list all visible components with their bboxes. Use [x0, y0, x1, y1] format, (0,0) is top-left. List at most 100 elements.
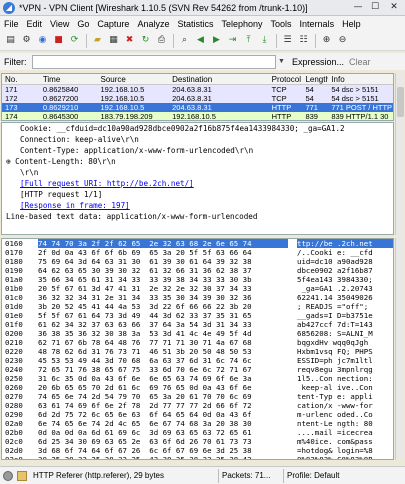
hex-asc[interactable]: ntent-Le ngth: 80: [297, 419, 393, 428]
interface-list-icon[interactable]: ▤: [3, 33, 18, 48]
hex-hex[interactable]: 2f 0d 0a 43 6f 6f 6b 69 65 3a 20 5f 5f 6…: [38, 248, 288, 257]
hex-off[interactable]: 0260: [5, 383, 29, 392]
hex-off[interactable]: 0180: [5, 257, 29, 266]
hex-off[interactable]: 0190: [5, 266, 29, 275]
filter-input[interactable]: [32, 54, 276, 69]
column-header-length[interactable]: Length: [302, 74, 328, 84]
hex-off[interactable]: 0250: [5, 374, 29, 383]
detail-line[interactable]: Cookie: __cfduid=dc10a90ad928dbce0902a2f…: [2, 123, 393, 134]
column-header-protocol[interactable]: Protocol: [269, 74, 303, 84]
hex-asc[interactable]: /..Cooki e: __cfd: [297, 248, 393, 257]
packet-list[interactable]: No. Time Source Destination Protocol Len…: [1, 73, 394, 121]
hex-asc[interactable]: =hotdog& login=%8: [297, 446, 393, 455]
hex-off[interactable]: 01f0: [5, 320, 29, 329]
hex-asc[interactable]: m%40ice. com&pass: [297, 437, 393, 446]
detail-line[interactable]: [Response in frame: 197]: [2, 200, 393, 211]
packet-row[interactable]: 171 0.8625840 192.168.10.5 204.63.8.31 TCP 54…: [2, 85, 393, 94]
menu-edit[interactable]: Edit: [23, 19, 47, 29]
detail-line[interactable]: [Full request URI: http://be.2ch.net/]: [2, 178, 393, 189]
hex-hex[interactable]: 20 6b 65 65 70 2d 61 6c 69 76 65 0d 0a 4…: [38, 383, 288, 392]
hex-asc[interactable]: ab427ccf 7d:T=143: [297, 320, 393, 329]
hex-asc[interactable]: 0%83%83% C8%83%8B: [297, 455, 393, 459]
close-button[interactable]: ✕: [386, 1, 402, 14]
zoom-out-icon[interactable]: ⊖: [335, 33, 350, 48]
save-file-icon[interactable]: ▦: [106, 33, 121, 48]
go-first-icon[interactable]: ⤒: [241, 33, 256, 48]
menu-statistics[interactable]: Statistics: [173, 19, 217, 29]
column-header-source[interactable]: Source: [98, 74, 170, 84]
hex-hex[interactable]: 72 65 71 76 38 65 67 75 33 6d 70 6e 6c 7…: [38, 365, 288, 374]
menu-telephony[interactable]: Telephony: [217, 19, 266, 29]
hex-asc[interactable]: ; READJS ="off";: [297, 302, 393, 311]
hex-hex[interactable]: 75 69 64 3d 64 63 31 30 61 39 30 61 64 3…: [38, 257, 288, 266]
detail-line[interactable]: \r\n: [2, 167, 393, 178]
hex-hex[interactable]: 6e 74 65 6e 74 2d 4c 65 6e 67 74 68 3a 2…: [38, 419, 288, 428]
zoom-in-icon[interactable]: ⊕: [319, 33, 334, 48]
hex-off[interactable]: 02b0: [5, 428, 29, 437]
hex-asc[interactable]: bqgxdHv wqq0qJgh: [297, 338, 393, 347]
hex-asc[interactable]: tent-Typ e: appli: [297, 392, 393, 401]
hex-asc[interactable]: ttp://be .2ch.net: [297, 239, 393, 248]
open-file-icon[interactable]: ▰: [90, 33, 105, 48]
menu-capture[interactable]: Capture: [93, 19, 133, 29]
hex-off[interactable]: 01a0: [5, 275, 29, 284]
hex-asc[interactable]: 62241.14 35049026: [297, 293, 393, 302]
hex-off[interactable]: 01c0: [5, 293, 29, 302]
column-header-info[interactable]: Info: [328, 74, 393, 84]
hex-hex[interactable]: 3d 68 6f 74 64 6f 67 26 6c 6f 67 69 6e 3…: [38, 446, 288, 455]
hex-asc[interactable]: reqv8egu 3mpnlrqg: [297, 365, 393, 374]
hex-asc[interactable]: keep-al ive..Con: [297, 383, 393, 392]
detail-line[interactable]: [HTTP request 1/1]: [2, 189, 393, 200]
hex-off[interactable]: 02a0: [5, 419, 29, 428]
packet-bytes-pane[interactable]: 0160 74 74 70 3a 2f 2f 62 65 2e 32 63 68 …: [1, 238, 394, 460]
hex-asc[interactable]: m-urlenc oded..Co: [297, 410, 393, 419]
go-back-icon[interactable]: ◀: [193, 33, 208, 48]
packet-row[interactable]: 174 0.8645300 183.79.198.209 192.168.10.5 HT…: [2, 112, 393, 120]
hex-asc[interactable]: _ga=GA1 .2.20743: [297, 284, 393, 293]
detail-link[interactable]: [Response in frame: 197]: [20, 201, 130, 210]
menu-file[interactable]: File: [0, 19, 23, 29]
hex-asc[interactable]: 5f4ea143 3984330;: [297, 275, 393, 284]
menu-tools[interactable]: Tools: [267, 19, 296, 29]
hex-off[interactable]: 0200: [5, 329, 29, 338]
close-file-icon[interactable]: ✖: [122, 33, 137, 48]
stop-capture-icon[interactable]: ■: [51, 33, 66, 48]
detail-line[interactable]: ⊕ Content-Length: 80\r\n: [2, 156, 393, 167]
clear-button[interactable]: Clear: [349, 57, 371, 67]
hex-off[interactable]: 0240: [5, 365, 29, 374]
hex-off[interactable]: 0220: [5, 347, 29, 356]
maximize-button[interactable]: ☐: [367, 1, 383, 14]
hex-hex[interactable]: 20 5f 67 61 3d 47 41 31 2e 32 2e 32 30 3…: [38, 284, 288, 293]
hex-asc[interactable]: Hxbm1vsq FQ; PHPS: [297, 347, 393, 356]
column-header-destination[interactable]: Destination: [169, 74, 268, 84]
hex-off[interactable]: 0170: [5, 248, 29, 257]
hex-hex[interactable]: 0d 0a 0d 0a 6d 61 69 6c 3d 69 63 65 63 7…: [38, 428, 288, 437]
hex-hex[interactable]: 61 62 34 32 37 63 63 66 37 64 3a 54 3d 3…: [38, 320, 288, 329]
scrollbar-thumb[interactable]: [397, 87, 404, 117]
hex-asc[interactable]: 1l5..Con nection:: [297, 374, 393, 383]
hex-off[interactable]: 0290: [5, 410, 29, 419]
hex-off[interactable]: 0160: [5, 239, 29, 248]
hex-asc[interactable]: ....mail =icecrea: [297, 428, 393, 437]
capture-comment-icon[interactable]: [17, 470, 27, 481]
menu-analyze[interactable]: Analyze: [133, 19, 173, 29]
hex-asc[interactable]: uid=dc10 a90ad928: [297, 257, 393, 266]
expert-info-icon[interactable]: [3, 470, 13, 481]
menu-go[interactable]: Go: [73, 19, 93, 29]
bytes-scrollbar[interactable]: [395, 238, 404, 460]
hex-hex[interactable]: 64 62 63 65 30 39 30 32 61 32 66 31 36 6…: [38, 266, 288, 275]
detail-line[interactable]: Content-Type: application/x-www-form-url…: [2, 145, 393, 156]
capture-options-icon[interactable]: ⚙: [19, 33, 34, 48]
menu-help[interactable]: Help: [338, 19, 365, 29]
hex-off[interactable]: 02d0: [5, 446, 29, 455]
hex-asc[interactable]: ESSID=ph jc7m1ltl: [297, 356, 393, 365]
go-forward-icon[interactable]: ▶: [209, 33, 224, 48]
go-to-packet-icon[interactable]: ⇥: [225, 33, 240, 48]
hex-off[interactable]: 0230: [5, 356, 29, 365]
hex-off[interactable]: 01e0: [5, 311, 29, 320]
hex-asc[interactable]: 6856208: S=ALNI_M: [297, 329, 393, 338]
hex-hex[interactable]: 48 78 62 6d 31 76 73 71 46 51 3b 20 50 4…: [38, 347, 288, 356]
find-packet-icon[interactable]: ⌕: [177, 33, 192, 48]
packet-details-pane[interactable]: Cookie: __cfduid=dc10a90ad928dbce0902a2f…: [1, 122, 394, 235]
packet-row[interactable]: 172 0.8627200 192.168.10.5 204.63.8.31 TCP 54…: [2, 94, 393, 103]
